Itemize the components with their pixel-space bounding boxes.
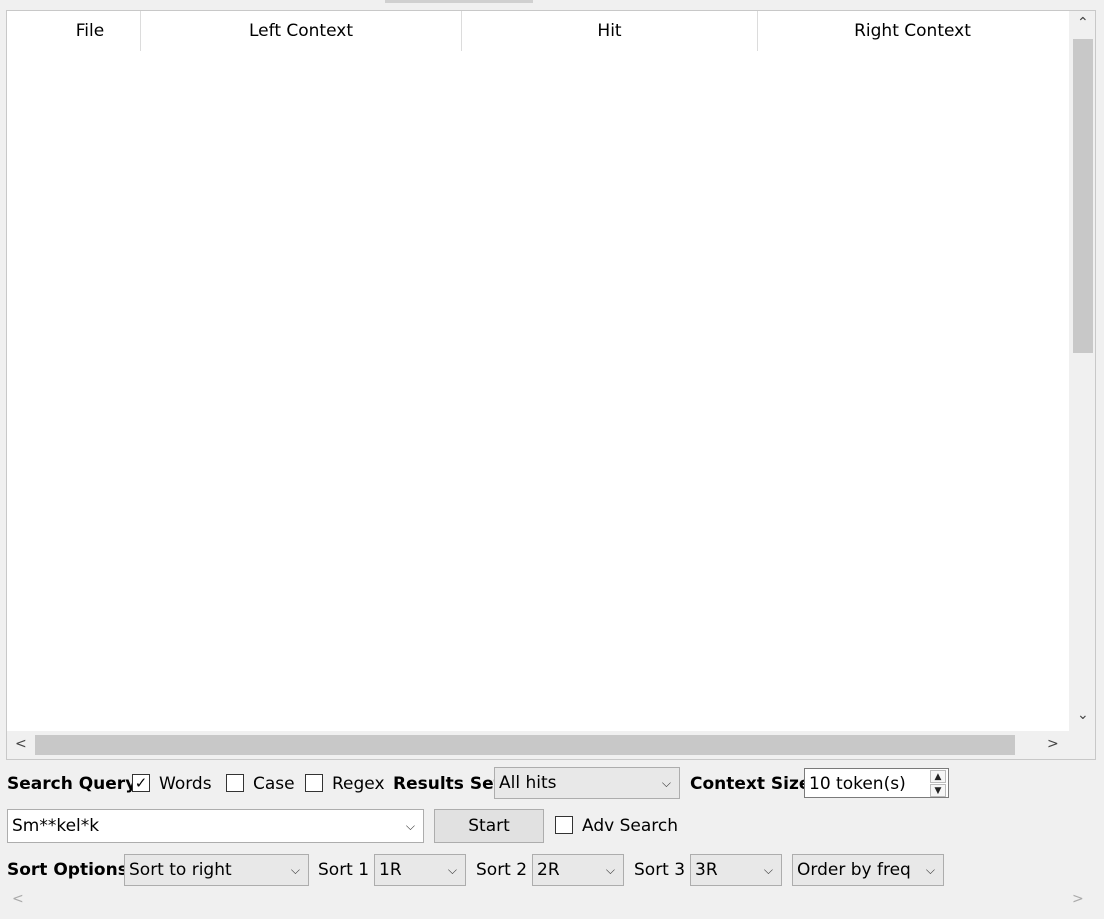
sort-options-label: Sort Options (7, 860, 128, 880)
table-header: File Left Context Hit Right Context (7, 11, 1067, 51)
scroll-left-icon[interactable]: < (12, 891, 24, 907)
context-size-label: Context Size (690, 774, 811, 794)
chevron-down-icon: ⌵ (763, 863, 773, 877)
case-checkbox[interactable] (226, 774, 244, 792)
sort2-select[interactable]: 2R ⌵ (532, 854, 624, 886)
chevron-down-icon: ⌵ (661, 776, 671, 790)
sort2-value: 2R (537, 860, 560, 880)
case-label: Case (253, 774, 295, 794)
context-size-value: 10 token(s) (809, 774, 906, 794)
horizontal-scroll-thumb[interactable] (35, 735, 1015, 755)
scroll-right-icon[interactable]: > (1047, 736, 1059, 752)
vertical-scrollbar[interactable]: ⌃ ⌄ (1069, 11, 1095, 731)
scroll-up-icon[interactable]: ⌃ (1077, 15, 1089, 31)
spin-up-icon[interactable]: ▲ (930, 770, 946, 783)
order-select[interactable]: Order by freq ⌵ (792, 854, 944, 886)
sort3-label: Sort 3 (634, 860, 686, 880)
chevron-down-icon: ⌵ (605, 863, 615, 877)
regex-checkbox[interactable] (305, 774, 323, 792)
chevron-down-icon: ⌵ (447, 863, 457, 877)
scroll-right-icon[interactable]: > (1072, 891, 1084, 907)
concordance-table: File Left Context Hit Right Context ⌃ ⌄ … (6, 10, 1096, 760)
horizontal-scrollbar[interactable]: < > (7, 731, 1095, 759)
sort1-value: 1R (379, 860, 402, 880)
scroll-down-icon[interactable]: ⌄ (1077, 707, 1089, 723)
search-query-input[interactable]: Sm**kel*k ⌵ (7, 809, 424, 843)
results-set-value: All hits (499, 773, 557, 793)
sort2-label: Sort 2 (476, 860, 528, 880)
column-header-hit[interactable]: Hit (462, 11, 758, 51)
sort1-select[interactable]: 1R ⌵ (374, 854, 466, 886)
sort-mode-value: Sort to right (129, 860, 232, 880)
regex-label: Regex (332, 774, 385, 794)
context-size-spinbox[interactable]: 10 token(s) ▲ ▼ (804, 768, 949, 798)
column-header-file[interactable]: File (40, 11, 141, 51)
column-header-left-context[interactable]: Left Context (141, 11, 462, 51)
sort3-select[interactable]: 3R ⌵ (690, 854, 782, 886)
scroll-left-icon[interactable]: < (15, 736, 27, 752)
chevron-down-icon[interactable]: ⌵ (406, 819, 415, 834)
results-set-select[interactable]: All hits ⌵ (494, 767, 680, 799)
vertical-scroll-thumb[interactable] (1073, 39, 1093, 353)
search-query-label: Search Query (7, 774, 137, 794)
splitter-grip[interactable] (385, 0, 533, 3)
table-viewport: File Left Context Hit Right Context (7, 11, 1067, 731)
results-set-label: Results Set (393, 774, 502, 794)
sort-mode-select[interactable]: Sort to right ⌵ (124, 854, 309, 886)
adv-search-checkbox[interactable] (555, 816, 573, 834)
panel-horizontal-scrollbar[interactable]: < > (6, 888, 1094, 914)
row-number-header (7, 11, 40, 51)
start-button[interactable]: Start (434, 809, 544, 843)
order-value: Order by freq (797, 860, 911, 880)
chevron-down-icon: ⌵ (925, 863, 935, 877)
words-checkbox[interactable]: ✓ (132, 774, 150, 792)
search-query-value: Sm**kel*k (12, 816, 100, 836)
spin-down-icon[interactable]: ▼ (930, 784, 946, 797)
sort1-label: Sort 1 (318, 860, 370, 880)
sort3-value: 3R (695, 860, 718, 880)
adv-search-label: Adv Search (582, 816, 678, 836)
words-label: Words (159, 774, 212, 794)
column-header-right-context[interactable]: Right Context (758, 11, 1067, 51)
chevron-down-icon: ⌵ (290, 863, 300, 877)
